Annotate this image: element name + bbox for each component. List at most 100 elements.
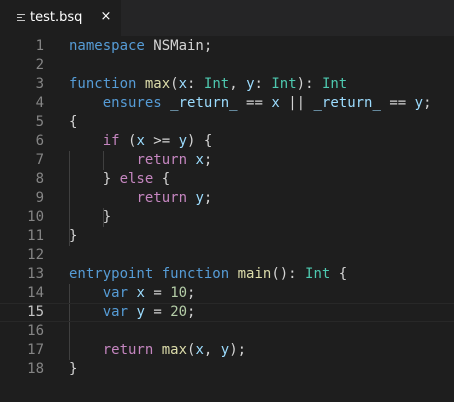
code-line[interactable]: 16 bbox=[0, 322, 454, 341]
code-token: 20 bbox=[170, 304, 188, 320]
code-token: ensures bbox=[102, 95, 162, 111]
code-token: == bbox=[380, 95, 415, 111]
code-token: ): bbox=[296, 76, 322, 92]
code-token: return bbox=[102, 342, 154, 358]
code-token: y bbox=[414, 95, 424, 111]
code-token: function bbox=[161, 266, 230, 282]
line-number: 2 bbox=[35, 57, 44, 73]
line-number: 12 bbox=[27, 247, 44, 263]
code-line[interactable]: 5{ bbox=[0, 113, 454, 132]
code-token: ) { bbox=[187, 133, 213, 149]
code-line[interactable]: 1 namespace NSMain; bbox=[0, 37, 454, 56]
code-line[interactable]: 4 ensures _return_ == x || _return_ == y… bbox=[0, 94, 454, 113]
code-token: { bbox=[153, 171, 171, 187]
code-token: Int bbox=[203, 76, 230, 92]
code-token: return bbox=[136, 190, 188, 206]
code-token: var bbox=[102, 285, 129, 301]
code-text: } bbox=[69, 227, 77, 246]
code-token: Int bbox=[271, 76, 297, 92]
code-token: return bbox=[136, 152, 188, 168]
line-number: 9 bbox=[35, 190, 44, 206]
file-lines-icon bbox=[17, 14, 25, 23]
line-number: 17 bbox=[27, 342, 44, 358]
code-text: } bbox=[69, 208, 111, 227]
code-text: function max(x: Int, y: Int): Int bbox=[69, 75, 347, 94]
code-token: ( bbox=[119, 133, 137, 149]
code-line[interactable]: 6 if (x >= y) { bbox=[0, 132, 454, 151]
code-line[interactable]: 2 bbox=[0, 56, 454, 75]
code-token: y bbox=[195, 190, 204, 206]
code-token: y bbox=[136, 304, 145, 320]
code-text: return x; bbox=[69, 151, 212, 170]
code-line[interactable]: 12 bbox=[0, 246, 454, 265]
code-token: var bbox=[102, 304, 129, 320]
code-text: return max(x, y); bbox=[69, 341, 246, 360]
code-token: else bbox=[119, 171, 154, 187]
code-token: x bbox=[195, 342, 204, 358]
line-number: 13 bbox=[27, 266, 44, 282]
code-editor[interactable]: 1 namespace NSMain; 2 3 function max(x: Int,… bbox=[0, 37, 454, 402]
code-token: x bbox=[136, 133, 145, 149]
code-line[interactable]: 7 return x; bbox=[0, 151, 454, 170]
code-text: { bbox=[69, 113, 77, 132]
tab-bar: test.bsq × bbox=[0, 0, 454, 36]
code-token: ; bbox=[423, 95, 432, 111]
code-token: max bbox=[144, 76, 171, 92]
code-token: >= bbox=[144, 133, 179, 149]
code-token: entrypoint bbox=[69, 266, 154, 282]
code-line[interactable]: 14 var x = 10; bbox=[0, 284, 454, 303]
line-number: 16 bbox=[27, 323, 44, 339]
line-number: 15 bbox=[27, 304, 44, 320]
code-token: ; bbox=[187, 304, 196, 320]
code-line[interactable]: 9 return y; bbox=[0, 189, 454, 208]
code-line[interactable]: 13 entrypoint function main(): Int { bbox=[0, 265, 454, 284]
line-number: 6 bbox=[35, 133, 44, 149]
code-text: namespace NSMain; bbox=[69, 37, 212, 56]
code-token: = bbox=[144, 285, 171, 301]
code-token: _return_ bbox=[170, 95, 238, 111]
code-token: x bbox=[136, 285, 145, 301]
code-token: max bbox=[161, 342, 188, 358]
code-line[interactable]: 3 function max(x: Int, y: Int): Int bbox=[0, 75, 454, 94]
code-token: == bbox=[237, 95, 272, 111]
code-token: NSMain; bbox=[144, 38, 213, 54]
line-number: 18 bbox=[27, 361, 44, 377]
code-token: , bbox=[203, 342, 221, 358]
code-line[interactable]: 11} bbox=[0, 227, 454, 246]
code-line[interactable]: 18} bbox=[0, 360, 454, 379]
code-token: , bbox=[229, 76, 247, 92]
code-line[interactable]: 15 var y = 20; bbox=[0, 303, 454, 322]
code-token: } bbox=[69, 171, 120, 187]
tab-title: test.bsq bbox=[30, 10, 83, 25]
line-number: 14 bbox=[27, 285, 44, 301]
code-token: { bbox=[69, 114, 78, 130]
code-token: main bbox=[237, 266, 272, 282]
close-icon[interactable]: × bbox=[99, 9, 113, 25]
code-token: y bbox=[246, 76, 255, 92]
code-token: namespace bbox=[69, 38, 145, 54]
code-line[interactable]: 17 return max(x, y); bbox=[0, 341, 454, 360]
line-number: 5 bbox=[35, 114, 44, 130]
code-token: : bbox=[254, 76, 272, 92]
code-token: : bbox=[187, 76, 204, 92]
code-token: } bbox=[69, 228, 78, 244]
code-token: { bbox=[330, 266, 348, 282]
code-token: ; bbox=[203, 152, 213, 168]
code-token: ; bbox=[187, 285, 196, 301]
tab-test-bsq[interactable]: test.bsq × bbox=[0, 0, 121, 36]
code-line[interactable]: 10 } bbox=[0, 208, 454, 227]
line-number: 1 bbox=[35, 38, 44, 54]
code-token: ); bbox=[229, 342, 247, 358]
code-line[interactable]: 8 } else { bbox=[0, 170, 454, 189]
code-token: 10 bbox=[170, 285, 188, 301]
code-token: = bbox=[144, 304, 171, 320]
code-text: } bbox=[69, 360, 77, 379]
line-number: 4 bbox=[35, 95, 44, 111]
code-token: if bbox=[102, 133, 120, 149]
